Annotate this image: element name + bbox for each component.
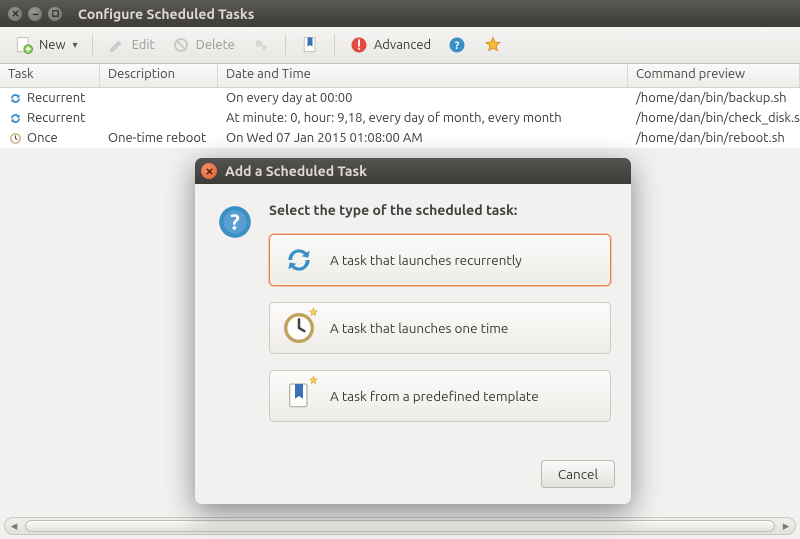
scroll-left-icon[interactable]: ◂ [5,519,23,534]
col-datetime[interactable]: Date and Time [218,64,628,87]
task-desc: One-time reboot [100,131,218,145]
separator [285,34,286,56]
minimize-window-icon[interactable] [28,7,42,21]
scroll-thumb[interactable] [25,520,775,532]
option-label: A task that launches one time [330,320,508,336]
close-window-icon[interactable] [8,7,22,21]
option-recurrent[interactable]: A task that launches recurrently [269,234,611,286]
cancel-button[interactable]: Cancel [541,460,615,488]
new-badge-icon [307,375,320,388]
once-icon [8,131,23,146]
recurrent-icon [282,243,316,277]
task-datetime: On Wed 07 Jan 2015 01:08:00 AM [218,131,628,145]
task-datetime: On every day at 00:00 [218,91,628,105]
new-label: New [39,38,66,52]
task-list: Recurrent On every day at 00:00 /home/da… [0,88,800,148]
new-badge-icon [307,307,320,320]
advanced-button[interactable]: Advanced [343,31,437,59]
new-icon [14,35,34,55]
horizontal-scrollbar[interactable]: ◂ ▸ [4,517,796,535]
add-task-dialog: Add a Scheduled Task ? Select the type o… [195,158,631,504]
table-row[interactable]: Recurrent On every day at 00:00 /home/da… [0,88,800,108]
delete-label: Delete [196,38,235,52]
prohibit-icon [171,35,191,55]
option-template[interactable]: A task from a predefined template [269,370,611,422]
edit-label: Edit [132,38,155,52]
run-button[interactable] [245,31,277,59]
bookmark-icon [300,35,320,55]
recurrent-icon [8,91,23,106]
task-command: /home/dan/bin/check_disk.sh [628,111,800,125]
option-once[interactable]: A task that launches one time [269,302,611,354]
option-label: A task from a predefined template [330,388,539,404]
dialog-title: Add a Scheduled Task [225,163,367,179]
clock-icon [282,311,316,345]
about-button[interactable] [477,31,509,59]
close-icon[interactable] [201,163,217,179]
gears-icon [251,35,271,55]
question-icon: ? [215,202,255,242]
template-icon [282,379,316,413]
edit-button[interactable]: Edit [101,31,161,59]
svg-text:?: ? [230,211,240,235]
star-icon [483,35,503,55]
window-title: Configure Scheduled Tasks [78,6,254,22]
scroll-right-icon[interactable]: ▸ [777,519,795,534]
task-name: Once [27,131,58,145]
col-command[interactable]: Command preview [628,64,800,87]
dropdown-icon[interactable]: ▾ [73,39,78,51]
task-command: /home/dan/bin/reboot.sh [628,131,800,145]
svg-text:?: ? [455,40,460,52]
alert-icon [349,35,369,55]
task-datetime: At minute: 0, hour: 9,18, every day of m… [218,111,628,125]
help-button[interactable]: ? [441,31,473,59]
toolbar: New ▾ Edit Delete [0,27,800,64]
main-window: Configure Scheduled Tasks New ▾ Edit Del… [0,0,800,539]
advanced-label: Advanced [374,38,431,52]
template-button[interactable] [294,31,326,59]
col-description[interactable]: Description [100,64,218,87]
separator [334,34,335,56]
dialog-prompt: Select the type of the scheduled task: [269,202,611,218]
col-task[interactable]: Task [0,64,100,87]
new-button[interactable]: New ▾ [8,31,84,59]
titlebar: Configure Scheduled Tasks [0,0,800,27]
table-row[interactable]: Recurrent At minute: 0, hour: 9,18, ever… [0,108,800,128]
dialog-titlebar: Add a Scheduled Task [195,158,631,184]
task-command: /home/dan/bin/backup.sh [628,91,800,105]
option-label: A task that launches recurrently [330,252,522,268]
task-name: Recurrent [27,111,85,125]
column-headers: Task Description Date and Time Command p… [0,64,800,88]
recurrent-icon [8,111,23,126]
separator [92,34,93,56]
task-name: Recurrent [27,91,85,105]
pencil-icon [107,35,127,55]
help-icon: ? [447,35,467,55]
table-row[interactable]: Once One-time reboot On Wed 07 Jan 2015 … [0,128,800,148]
maximize-window-icon[interactable] [48,7,62,21]
delete-button[interactable]: Delete [165,31,241,59]
window-controls [8,7,62,21]
